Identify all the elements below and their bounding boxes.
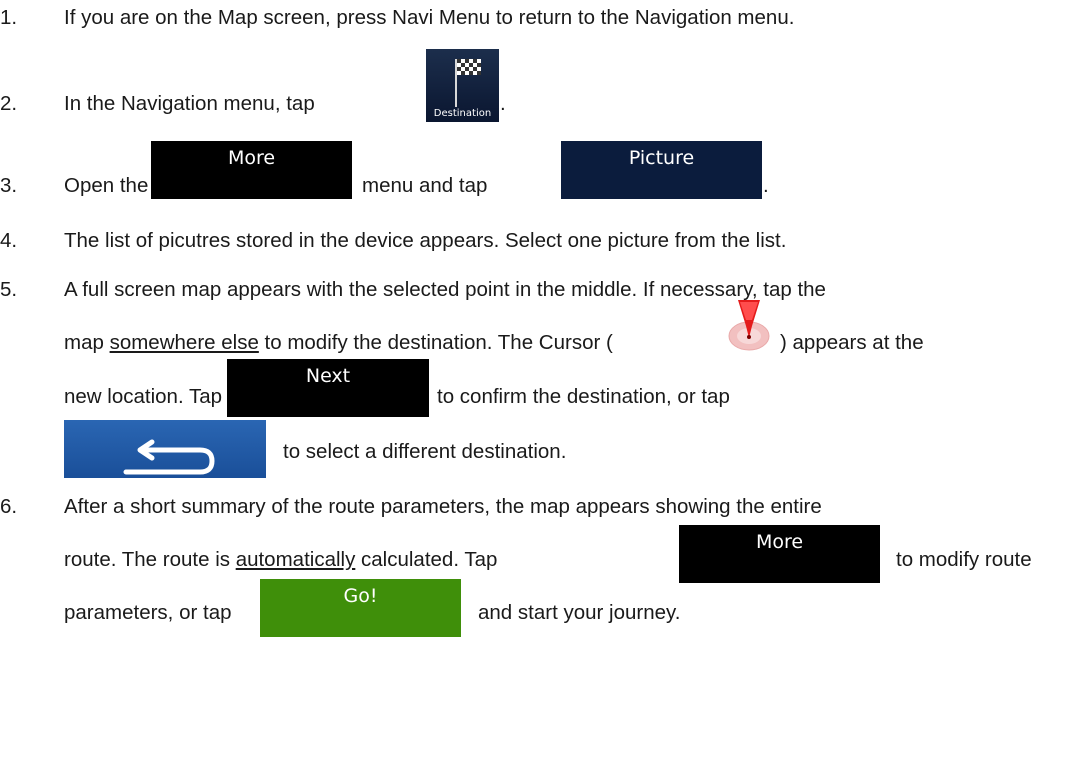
step-number: 6.: [0, 495, 18, 518]
map-cursor-icon: [728, 300, 770, 351]
picture-button[interactable]: Picture: [561, 141, 762, 199]
step-text: If you are on the Map screen, press Navi…: [64, 6, 795, 29]
underlined-text: automatically: [235, 548, 356, 571]
destination-button[interactable]: Destination: [426, 49, 499, 122]
step-text: The list of picutres stored in the devic…: [64, 229, 787, 252]
destination-label: Destination: [433, 108, 492, 119]
step-text-line: map somewhere else to modify the destina…: [64, 331, 613, 355]
go-button-label: Go!: [343, 585, 378, 607]
step-text: menu and tap: [362, 174, 488, 197]
step-text-line: route. The route is automatically calcul…: [64, 548, 497, 572]
step-text: parameters, or tap: [64, 601, 232, 624]
step-text: to confirm the destination, or tap: [437, 385, 730, 408]
text-fragment: map: [64, 331, 110, 354]
text-fragment: to modify the destination. The Cursor (: [258, 331, 613, 354]
step-text: Open the: [64, 174, 149, 197]
step-text: and start your journey.: [478, 601, 681, 624]
step-number: 4.: [0, 229, 18, 252]
back-button[interactable]: [64, 420, 266, 478]
more-button[interactable]: More: [151, 141, 352, 199]
back-arrow-icon: [123, 439, 215, 475]
step-text: ) appears at the: [780, 331, 924, 354]
step-text: to modify route: [896, 548, 1032, 571]
step-number: 2.: [0, 92, 18, 115]
more-button-label: More: [755, 531, 804, 553]
step-text: .: [763, 174, 769, 197]
step-text: After a short summary of the route param…: [64, 495, 822, 518]
step-text: to select a different destination.: [283, 440, 567, 463]
step-text: In the Navigation menu, tap: [64, 92, 315, 115]
next-button[interactable]: Next: [227, 359, 429, 417]
text-fragment: route. The route is: [64, 548, 236, 571]
picture-button-label: Picture: [628, 147, 695, 169]
step-text: new location. Tap: [64, 385, 223, 408]
next-button-label: Next: [305, 365, 351, 387]
underlined-text: somewhere else: [109, 331, 259, 354]
more-button[interactable]: More: [679, 525, 880, 583]
text-fragment: calculated. Tap: [355, 548, 498, 571]
step-number: 5.: [0, 278, 18, 301]
step-number: 3.: [0, 174, 18, 197]
step-number: 1.: [0, 6, 18, 29]
go-button[interactable]: Go!: [260, 579, 461, 637]
more-button-label: More: [227, 147, 276, 169]
step-text: A full screen map appears with the selec…: [64, 278, 826, 301]
step-text: .: [500, 92, 506, 115]
